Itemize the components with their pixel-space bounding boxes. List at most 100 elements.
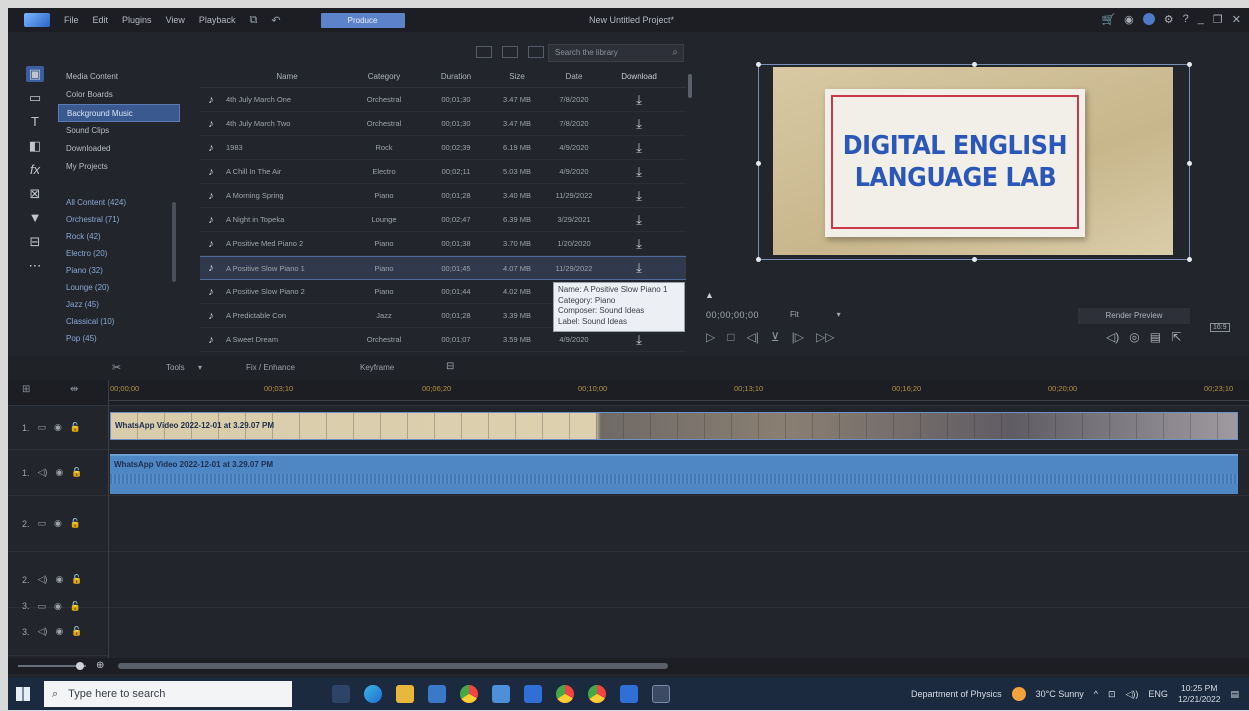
render-preview-button[interactable]: Render Preview: [1078, 308, 1190, 324]
visibility-eye-icon[interactable]: ◉: [54, 518, 62, 529]
subcategory-item[interactable]: Electro (20): [58, 245, 180, 262]
task-view-icon[interactable]: [332, 685, 350, 703]
track-manager-icon[interactable]: ⊞: [22, 384, 30, 395]
category-sound-clips[interactable]: Sound Clips: [58, 122, 180, 140]
notification-icon[interactable]: ▤: [1230, 689, 1239, 700]
details-view-icon[interactable]: [502, 46, 518, 58]
taskbar-search-input[interactable]: ⌕ Type here to search: [44, 681, 292, 707]
weather-sun-icon[interactable]: [1011, 687, 1026, 701]
close-icon[interactable]: ✕: [1232, 13, 1241, 26]
edge-browser-icon[interactable]: [364, 685, 382, 703]
app-2-icon[interactable]: [620, 685, 638, 703]
store-icon[interactable]: [524, 685, 542, 703]
table-row[interactable]: ♪ A Morning Spring Piano 00;01;28 3.40 MB 11/…: [200, 184, 686, 208]
menu-playback[interactable]: Playback: [199, 15, 236, 25]
download-icon[interactable]: ⤓: [606, 140, 672, 156]
fix-enhance-button[interactable]: Fix / Enhance: [246, 363, 295, 372]
visibility-eye-icon[interactable]: ◉: [55, 467, 63, 478]
column-download[interactable]: Download: [606, 72, 672, 81]
video-track-1[interactable]: WhatsApp Video 2022-12-01 at 3.29.07 PM: [108, 406, 1249, 450]
subcategory-scrollbar[interactable]: [172, 202, 176, 282]
fit-timeline-icon[interactable]: ⇹: [70, 384, 78, 395]
tray-chevron-icon[interactable]: ^: [1094, 689, 1098, 699]
settings-icon[interactable]: ⚙: [1164, 13, 1174, 26]
menu-edit[interactable]: Edit: [93, 15, 109, 25]
table-row[interactable]: ♪ A Positive Med Piano 2 Piano 00;01;38 3.70…: [200, 232, 686, 256]
table-row[interactable]: ♪ 1983 Rock 00;02;39 6.19 MB 4/9/2020 ⤓: [200, 136, 686, 160]
subcategory-item[interactable]: Piano (32): [58, 262, 180, 279]
menu-file[interactable]: File: [64, 15, 79, 25]
subcategory-item[interactable]: Lounge (20): [58, 279, 180, 296]
network-icon[interactable]: ⊡: [1108, 689, 1116, 700]
lock-icon[interactable]: 🔓: [71, 467, 82, 478]
title-room-icon[interactable]: T: [26, 114, 44, 130]
more-icon[interactable]: ⋯: [26, 258, 44, 274]
track-header-video-2[interactable]: 2. ▭ ◉ 🔓: [8, 496, 108, 552]
library-scrollbar[interactable]: [688, 74, 692, 98]
chrome-icon[interactable]: [460, 685, 478, 703]
download-icon[interactable]: ⤓: [606, 116, 672, 132]
effect-room-icon[interactable]: fx: [26, 162, 44, 178]
audio-track-1[interactable]: WhatsApp Video 2022-12-01 at 3.29.07 PM: [108, 450, 1249, 496]
cart-icon[interactable]: 🛒: [1101, 13, 1115, 26]
display-icon[interactable]: ▤: [1150, 330, 1161, 344]
download-icon[interactable]: ⤓: [606, 188, 672, 204]
stop-icon[interactable]: □: [727, 330, 734, 344]
audio-track-2[interactable]: [108, 552, 1249, 608]
subcategory-item[interactable]: Pop (45): [58, 330, 180, 347]
chrome-profile-2-icon[interactable]: [588, 685, 606, 703]
undock-icon[interactable]: ⇱: [1171, 330, 1181, 344]
column-category[interactable]: Category: [348, 72, 420, 81]
split-icon[interactable]: ⊻: [771, 330, 780, 344]
capture-icon[interactable]: ⧉: [249, 14, 257, 27]
table-row[interactable]: ♪ A Night in Topeka Lounge 00;02;47 6.39 MB 3…: [200, 208, 686, 232]
track-header-video-1[interactable]: 1. ▭ ◉ 🔓: [8, 406, 108, 450]
volume-icon[interactable]: ◁): [1106, 330, 1119, 344]
subtitle-room-icon[interactable]: ⊟: [26, 234, 44, 250]
minimize-icon[interactable]: _: [1198, 13, 1204, 26]
column-duration[interactable]: Duration: [420, 72, 492, 81]
resize-handle[interactable]: [756, 161, 761, 166]
undo-icon[interactable]: ↶: [271, 14, 280, 27]
app-icon[interactable]: [492, 685, 510, 703]
taskbar-location[interactable]: Department of Physics: [911, 689, 1002, 699]
file-explorer-icon[interactable]: [396, 685, 414, 703]
track-header-audio-1[interactable]: 1. ◁) ◉ 🔓: [8, 450, 108, 496]
account-icon[interactable]: [1142, 13, 1155, 25]
transition-room-icon[interactable]: ◧: [26, 138, 44, 154]
powerdirector-icon[interactable]: [652, 685, 670, 703]
language-indicator[interactable]: ENG: [1148, 689, 1168, 699]
clock[interactable]: 10:25 PM 12/21/2022: [1178, 683, 1221, 705]
grid-view-icon[interactable]: [528, 46, 544, 58]
category-color-boards[interactable]: Color Boards: [58, 86, 180, 104]
track-header-audio-3[interactable]: 3. ◁) ◉ 🔓: [8, 608, 108, 656]
menu-plugins[interactable]: Plugins: [122, 15, 152, 25]
category-my-projects[interactable]: My Projects: [58, 158, 180, 176]
resize-handle[interactable]: [972, 62, 977, 67]
zoom-in-icon[interactable]: ⊕: [96, 660, 104, 671]
lock-icon[interactable]: 🔓: [70, 518, 81, 529]
help-icon[interactable]: ?: [1183, 13, 1189, 26]
zoom-fit-select[interactable]: Fit ▾: [790, 310, 841, 319]
column-size[interactable]: Size: [492, 72, 542, 81]
fast-forward-icon[interactable]: ▷▷: [816, 330, 834, 344]
particle-room-icon[interactable]: ▼: [26, 210, 44, 226]
download-icon[interactable]: ⤓: [606, 164, 672, 180]
zoom-slider-knob[interactable]: [76, 662, 84, 670]
resize-handle[interactable]: [1187, 62, 1192, 67]
search-icon[interactable]: ⌕: [672, 47, 678, 58]
resize-handle[interactable]: [756, 62, 761, 67]
subcategory-item[interactable]: Rock (42): [58, 228, 180, 245]
visibility-eye-icon[interactable]: ◉: [54, 422, 62, 433]
resize-handle[interactable]: [756, 257, 761, 262]
download-icon[interactable]: ⤓: [606, 332, 672, 348]
windows-start-icon[interactable]: [16, 687, 30, 701]
resize-handle[interactable]: [1187, 257, 1192, 262]
next-frame-icon[interactable]: |▷: [792, 330, 804, 344]
video-track-2[interactable]: [108, 496, 1249, 552]
play-icon[interactable]: ▷: [706, 330, 715, 344]
timeline-horizontal-scrollbar[interactable]: [118, 663, 668, 669]
tools-menu[interactable]: Tools ▾: [166, 363, 202, 372]
subcategory-item[interactable]: Jazz (45): [58, 296, 180, 313]
mail-icon[interactable]: [428, 685, 446, 703]
